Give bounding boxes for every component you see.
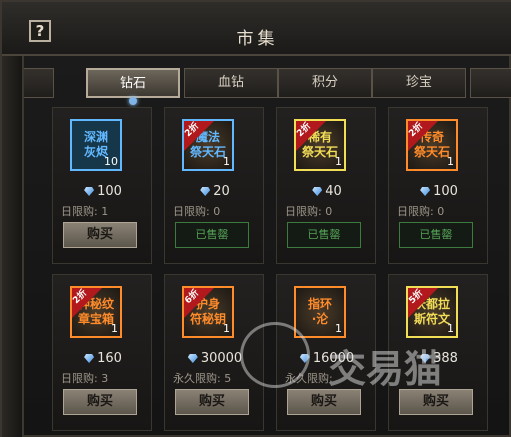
- discount-badge: 5折: [407, 288, 438, 318]
- item-icon[interactable]: 魔法 祭天石 1 2折: [182, 119, 234, 171]
- item-icon[interactable]: 神秘纹 章宝箱 1 2折: [70, 286, 122, 338]
- window-header: ? 市集: [2, 2, 511, 56]
- purchase-limit: 日限购: 1: [61, 205, 109, 218]
- discount-label: 2折: [71, 288, 90, 307]
- diamond-icon: [200, 187, 211, 196]
- diamond-icon: [312, 187, 323, 196]
- tab-more[interactable]: 观: [470, 68, 511, 98]
- sold-out-button: 已售罄: [175, 222, 249, 248]
- item-icon[interactable]: 深渊 灰烬 10: [70, 119, 122, 171]
- item-price: 30000: [165, 351, 265, 366]
- price-value: 30000: [200, 351, 243, 366]
- item-grid: 深渊 灰烬 10 100 日限购: 1 购买 魔法 祭天石 1 2折 20 日限购: 0 已售罄 稀有…: [42, 107, 492, 437]
- item-price: 16000: [277, 351, 377, 366]
- discount-badge: 2折: [183, 121, 214, 151]
- diamond-icon: [187, 354, 198, 363]
- item-price: 160: [53, 351, 153, 366]
- window-title: 市集: [236, 29, 279, 49]
- market-window: ? 市集 金币 钻石 血钻 积分 珍宝 观 深渊 灰烬10 100 日限购: 1 购买…: [0, 0, 511, 437]
- purchase-limit: 永久限购: 5: [173, 372, 232, 385]
- discount-label: 6折: [183, 288, 202, 307]
- buy-button[interactable]: 购买: [63, 222, 137, 248]
- purchase-limit: 日限购: 0: [173, 205, 221, 218]
- diamond-icon: [420, 187, 431, 196]
- purchase-limit: 日限购: 0: [285, 205, 333, 218]
- purchase-limit: 日限购: 3: [61, 372, 109, 385]
- diamond-icon: [299, 354, 310, 363]
- price-value: 100: [433, 184, 458, 199]
- price-value: 20: [213, 184, 230, 199]
- item-card: 神秘纹 章宝箱 1 2折 160 日限购: 3 购买: [52, 274, 152, 431]
- item-quantity: 1: [447, 155, 454, 168]
- item-quantity: 1: [223, 155, 230, 168]
- tab-treasure[interactable]: 珍宝: [372, 68, 466, 98]
- item-quantity: 1: [111, 322, 118, 335]
- item-quantity: 10: [104, 155, 118, 168]
- item-icon[interactable]: 沃都拉 斯符文 1 5折: [406, 286, 458, 338]
- buy-button[interactable]: 购买: [399, 389, 473, 415]
- price-value: 100: [97, 184, 122, 199]
- item-icon[interactable]: 传奇 祭天石 1 2折: [406, 119, 458, 171]
- discount-label: 2折: [183, 121, 202, 140]
- discount-label: 2折: [407, 121, 426, 140]
- price-value: 160: [97, 351, 122, 366]
- active-tab-indicator: [129, 97, 137, 105]
- item-card: 指环 ·沦 1 16000 永久限购: 购买: [276, 274, 376, 431]
- item-icon[interactable]: 指环 ·沦 1: [294, 286, 346, 338]
- item-card: 传奇 祭天石 1 2折 100 日限购: 0 已售罄: [388, 107, 488, 264]
- currency-tabs: 金币 钻石 血钻 积分 珍宝 观: [24, 66, 511, 100]
- price-value: 16000: [312, 351, 355, 366]
- item-quantity: 1: [335, 155, 342, 168]
- buy-button[interactable]: 购买: [287, 389, 361, 415]
- discount-label: 2折: [295, 121, 314, 140]
- diamond-icon: [420, 354, 431, 363]
- item-quantity: 1: [447, 322, 454, 335]
- buy-button[interactable]: 购买: [63, 389, 137, 415]
- item-name: 指环 ·沦: [307, 297, 332, 326]
- item-price: 20: [165, 184, 265, 199]
- diamond-icon: [84, 354, 95, 363]
- purchase-limit: 永久限购:: [285, 372, 333, 385]
- item-icon[interactable]: 护身 符秘钥 1 6折: [182, 286, 234, 338]
- tab-gold[interactable]: 金币: [24, 68, 54, 98]
- left-frame: [2, 56, 24, 437]
- item-card: 魔法 祭天石 1 2折 20 日限购: 0 已售罄: [164, 107, 264, 264]
- price-value: 388: [433, 351, 458, 366]
- buy-button[interactable]: 购买: [175, 389, 249, 415]
- item-price: 40: [277, 184, 377, 199]
- discount-label: 5折: [407, 288, 426, 307]
- tab-blood-diamond[interactable]: 血钻: [184, 68, 278, 98]
- item-card: 护身 符秘钥 1 6折 30000 永久限购: 5 购买: [164, 274, 264, 431]
- price-value: 40: [325, 184, 342, 199]
- item-price: 388: [389, 351, 489, 366]
- item-card: 深渊 灰烬 10 100 日限购: 1 购买: [52, 107, 152, 264]
- tab-points[interactable]: 积分: [278, 68, 372, 98]
- discount-badge: 6折: [183, 288, 214, 318]
- purchase-limit: 日限购: 0: [397, 205, 445, 218]
- item-quantity: 1: [335, 322, 342, 335]
- discount-badge: 2折: [71, 288, 102, 318]
- item-price: 100: [389, 184, 489, 199]
- item-icon[interactable]: 稀有 祭天石 1 2折: [294, 119, 346, 171]
- tab-diamond[interactable]: 钻石: [86, 68, 180, 98]
- discount-badge: 2折: [407, 121, 438, 151]
- sold-out-button: 已售罄: [399, 222, 473, 248]
- discount-badge: 2折: [295, 121, 326, 151]
- item-card: 稀有 祭天石 1 2折 40 日限购: 0 已售罄: [276, 107, 376, 264]
- item-quantity: 1: [223, 322, 230, 335]
- sold-out-button: 已售罄: [287, 222, 361, 248]
- item-price: 100: [53, 184, 153, 199]
- diamond-icon: [84, 187, 95, 196]
- item-card: 沃都拉 斯符文 1 5折 388 购买: [388, 274, 488, 431]
